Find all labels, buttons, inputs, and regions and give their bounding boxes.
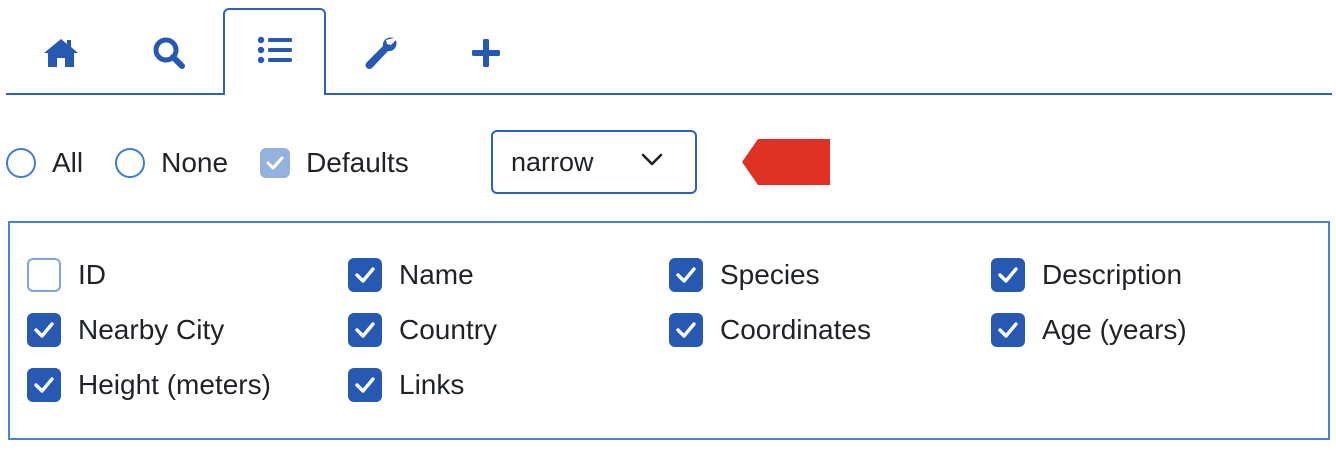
- column-label: Description: [1042, 259, 1183, 290]
- column-label: ID: [78, 259, 106, 290]
- column-option-species[interactable]: Species: [669, 258, 820, 292]
- column-checkbox[interactable]: [991, 258, 1025, 292]
- all-radio[interactable]: [6, 148, 36, 178]
- checkmark-icon: [266, 156, 284, 170]
- plus-icon: [472, 39, 500, 67]
- checkmark-icon: [998, 267, 1018, 283]
- column-option-links[interactable]: Links: [348, 368, 464, 402]
- column-label: Coordinates: [720, 314, 871, 345]
- home-icon: [44, 39, 78, 67]
- wrench-icon: [365, 37, 397, 70]
- search-icon: [153, 37, 185, 69]
- checkmark-icon: [355, 377, 375, 393]
- none-radio[interactable]: [115, 148, 146, 178]
- tab-columns[interactable]: [223, 8, 326, 95]
- column-checkbox[interactable]: [348, 368, 382, 402]
- preset-all-option[interactable]: All: [6, 147, 83, 179]
- tab-bar: [0, 0, 1336, 96]
- checkmark-icon: [355, 322, 375, 338]
- tab-add[interactable]: [451, 22, 521, 84]
- preset-defaults-option[interactable]: Defaults: [260, 147, 409, 179]
- column-checkbox[interactable]: [991, 313, 1025, 347]
- list-icon: [257, 36, 292, 63]
- tab-search[interactable]: [134, 22, 204, 84]
- column-option-nearby-city[interactable]: Nearby City: [27, 313, 224, 347]
- column-preset-row: All None Defaults: [6, 130, 441, 196]
- column-checkbox[interactable]: [27, 313, 61, 347]
- column-option-coordinates[interactable]: Coordinates: [669, 313, 871, 347]
- column-checkbox[interactable]: [669, 313, 703, 347]
- tab-tools[interactable]: [346, 22, 416, 84]
- checkmark-icon: [676, 267, 696, 283]
- chevron-down-icon: [641, 153, 663, 166]
- checkmark-icon: [676, 322, 696, 338]
- column-label: Name: [399, 259, 474, 290]
- column-label: Nearby City: [78, 314, 225, 345]
- width-select[interactable]: narrow: [491, 130, 697, 194]
- column-checkbox[interactable]: [348, 313, 382, 347]
- column-checkbox[interactable]: [27, 368, 61, 402]
- none-label: None: [161, 147, 229, 178]
- column-checkbox-panel: ID Name Species Description Nearby City …: [8, 221, 1330, 440]
- column-label: Age (years): [1042, 314, 1187, 345]
- column-checkbox[interactable]: [348, 258, 382, 292]
- column-option-id[interactable]: ID: [27, 258, 106, 292]
- column-option-height[interactable]: Height (meters): [27, 368, 271, 402]
- preset-none-option[interactable]: None: [115, 147, 228, 179]
- column-label: Links: [399, 369, 465, 400]
- checkmark-icon: [998, 322, 1018, 338]
- tab-bar-underline: [6, 93, 1332, 95]
- column-label: Species: [720, 259, 820, 290]
- all-label: All: [52, 147, 84, 178]
- defaults-checkbox[interactable]: [260, 148, 291, 178]
- checkmark-icon: [355, 267, 375, 283]
- column-label: Height (meters): [78, 369, 271, 400]
- column-option-description[interactable]: Description: [991, 258, 1182, 292]
- column-option-age[interactable]: Age (years): [991, 313, 1187, 347]
- column-checkbox[interactable]: [27, 258, 61, 292]
- checkmark-icon: [34, 322, 54, 338]
- column-option-country[interactable]: Country: [348, 313, 497, 347]
- column-option-name[interactable]: Name: [348, 258, 474, 292]
- defaults-label: Defaults: [306, 147, 409, 178]
- width-select-value: narrow: [511, 146, 594, 177]
- checkmark-icon: [34, 377, 54, 393]
- column-checkbox[interactable]: [669, 258, 703, 292]
- column-label: Country: [399, 314, 498, 345]
- red-arrow-icon: [742, 139, 830, 185]
- tab-home[interactable]: [26, 22, 96, 84]
